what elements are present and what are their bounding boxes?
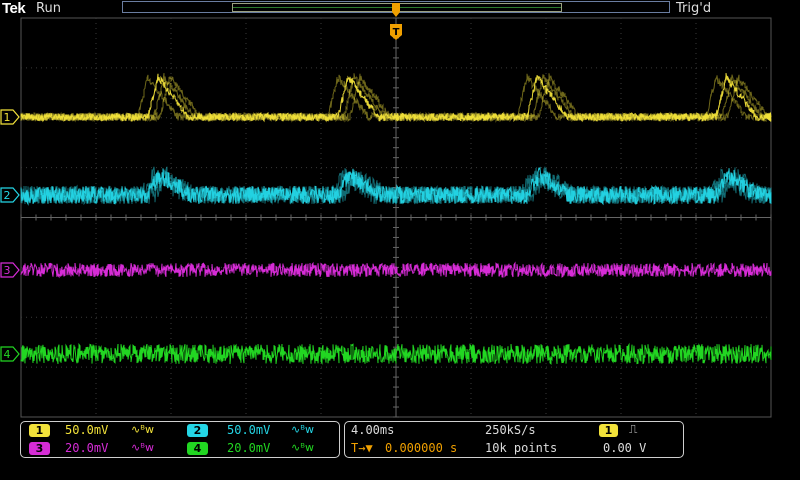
channel-2-ground-marker[interactable]: 2 bbox=[0, 187, 20, 203]
channel-marker-label: 1 bbox=[4, 111, 11, 124]
trigger-position-label: T bbox=[393, 27, 400, 38]
channel-markers[interactable]: 1 2 3 4 bbox=[0, 109, 20, 362]
channel-4-badge[interactable]: 4 bbox=[187, 442, 208, 455]
trigger-markers[interactable]: T bbox=[390, 3, 771, 122]
rising-edge-icon: ⎍ bbox=[629, 422, 638, 436]
channel-2-badge[interactable]: 2 bbox=[187, 424, 208, 437]
bandwidth-limit-icon: ∿ᴮw bbox=[131, 441, 154, 454]
record-length: 10k points bbox=[485, 441, 558, 455]
channel-3-badge[interactable]: 3 bbox=[29, 442, 50, 455]
channel-marker-label: 3 bbox=[4, 264, 11, 277]
trigger-delay-icon: T→▼ bbox=[351, 441, 373, 455]
trigger-level[interactable]: 0.00 V bbox=[603, 441, 646, 455]
channel-4-scale[interactable]: 20.0mV bbox=[227, 441, 270, 455]
channel-3-scale[interactable]: 20.0mV bbox=[65, 441, 108, 455]
channel-1-ground-marker[interactable]: 1 bbox=[0, 109, 20, 125]
channel-1-badge[interactable]: 1 bbox=[29, 424, 50, 437]
bandwidth-limit-icon: ∿ᴮw bbox=[131, 423, 154, 436]
channel-marker-label: 4 bbox=[4, 348, 11, 361]
horizontal-scale[interactable]: 4.00ms bbox=[351, 423, 394, 437]
channel-marker-label: 2 bbox=[4, 189, 11, 202]
channel-readout-panel[interactable]: 1 50.0mV ∿ᴮw 2 50.0mV ∿ᴮw 3 20.0mV ∿ᴮw 4… bbox=[20, 421, 340, 458]
waveform-display[interactable]: 1 2 3 4 T bbox=[0, 0, 800, 420]
channel-2-scale[interactable]: 50.0mV bbox=[227, 423, 270, 437]
channel-4-ground-marker[interactable]: 4 bbox=[0, 346, 20, 362]
bandwidth-limit-icon: ∿ᴮw bbox=[291, 441, 314, 454]
sample-rate: 250kS/s bbox=[485, 423, 536, 437]
trigger-delay-value[interactable]: 0.000000 s bbox=[385, 441, 457, 455]
channel-3-ground-marker[interactable]: 3 bbox=[0, 262, 20, 278]
expansion-point-marker[interactable] bbox=[392, 3, 400, 17]
timebase-readout-panel[interactable]: 4.00ms 250kS/s 1 ⎍ T→▼ 0.000000 s 10k po… bbox=[344, 421, 684, 458]
trigger-source-badge[interactable]: 1 bbox=[599, 424, 618, 437]
bandwidth-limit-icon: ∿ᴮw bbox=[291, 423, 314, 436]
channel-1-scale[interactable]: 50.0mV bbox=[65, 423, 108, 437]
trigger-position-marker[interactable]: T bbox=[390, 24, 402, 40]
